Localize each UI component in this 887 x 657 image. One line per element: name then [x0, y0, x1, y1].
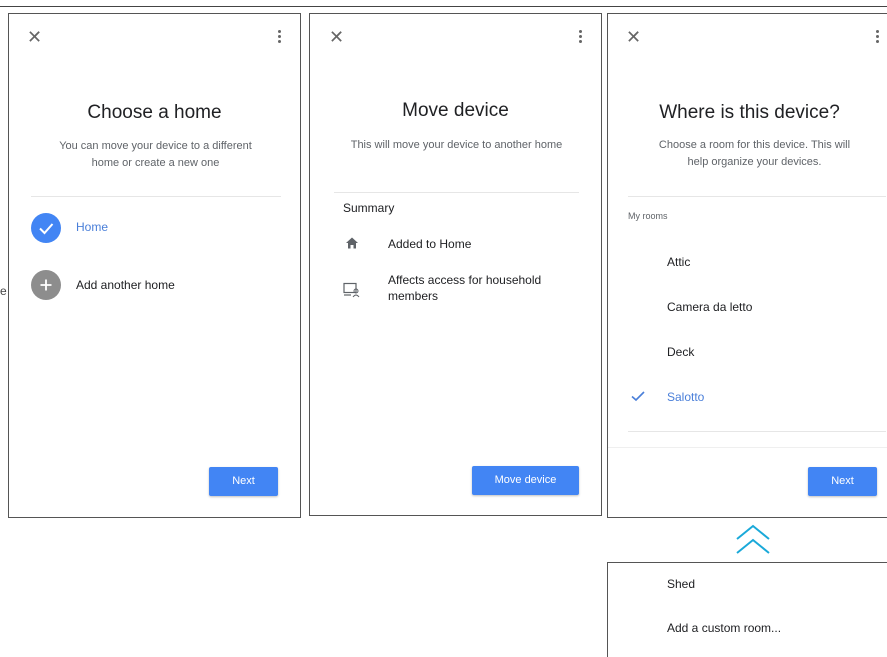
home-icon [346, 237, 358, 249]
divider [628, 431, 886, 432]
subtitle-line: Choose a room for this device. This will [658, 139, 851, 151]
summary-line: members [388, 289, 439, 303]
summary-heading: Summary [343, 201, 395, 215]
option-label: Home [76, 220, 109, 234]
subtitle-line: help organize your devices. [687, 156, 822, 168]
room-item-attic[interactable]: Attic [667, 255, 690, 269]
more-options-icon[interactable] [278, 30, 282, 45]
option-label: Add another home [76, 278, 175, 292]
subtitle-line: home or create a new one [91, 157, 220, 169]
checkmark-icon [31, 213, 61, 243]
section-label: My rooms [628, 211, 668, 221]
close-icon[interactable]: ✕ [626, 28, 641, 46]
summary-item-label: Added to Home [388, 237, 472, 251]
summary-item-label: Affects access for household members [388, 272, 541, 304]
add-another-home-option[interactable]: Add another home [31, 270, 281, 300]
divider [31, 196, 281, 197]
checkmark-icon [631, 391, 645, 402]
room-item-salotto[interactable]: Salotto [630, 386, 880, 406]
divider [334, 192, 579, 193]
page-subtitle: You can move your device to a different … [19, 138, 292, 172]
page-title: Choose a home [87, 102, 222, 123]
summary-line: Affects access for household [388, 273, 542, 287]
cropped-text-fragment: e [0, 284, 7, 298]
room-label: Salotto [667, 390, 705, 404]
subtitle-line: You can move your device to a different [59, 140, 252, 152]
next-button[interactable]: Next [209, 467, 278, 496]
page-title: Move device [402, 100, 509, 121]
page-subtitle: Choose a room for this device. This will… [628, 137, 881, 171]
choose-home-screen: ✕ Choose a home You can move your device… [8, 13, 301, 518]
more-options-icon[interactable] [876, 30, 880, 45]
room-item-deck[interactable]: Deck [667, 345, 694, 359]
room-item-camera-da-letto[interactable]: Camera da letto [667, 300, 752, 314]
choose-room-screen: ✕ Where is this device? Choose a room fo… [607, 13, 887, 518]
move-device-button[interactable]: Move device [472, 466, 579, 495]
double-chevron-up-icon [736, 524, 770, 554]
summary-item: Added to Home [343, 234, 583, 256]
divider [608, 447, 887, 448]
page-title: Where is this device? [659, 102, 840, 123]
page-subtitle: This will move your device to another ho… [350, 139, 563, 151]
household-access-icon [343, 282, 360, 298]
add-custom-room-item[interactable]: Add a custom room... [667, 621, 781, 635]
home-option[interactable]: Home [31, 213, 281, 243]
room-item-shed[interactable]: Shed [667, 577, 695, 591]
summary-item: Affects access for household members [343, 272, 588, 312]
divider [628, 196, 886, 197]
add-icon [31, 270, 61, 300]
top-divider [0, 6, 887, 7]
next-button[interactable]: Next [808, 467, 877, 496]
close-icon[interactable]: ✕ [27, 28, 42, 46]
more-options-icon[interactable] [579, 30, 583, 45]
move-device-screen: ✕ Move device This will move your device… [309, 13, 602, 516]
close-icon[interactable]: ✕ [329, 28, 344, 46]
room-list-continuation: Shed Add a custom room... [607, 562, 887, 657]
